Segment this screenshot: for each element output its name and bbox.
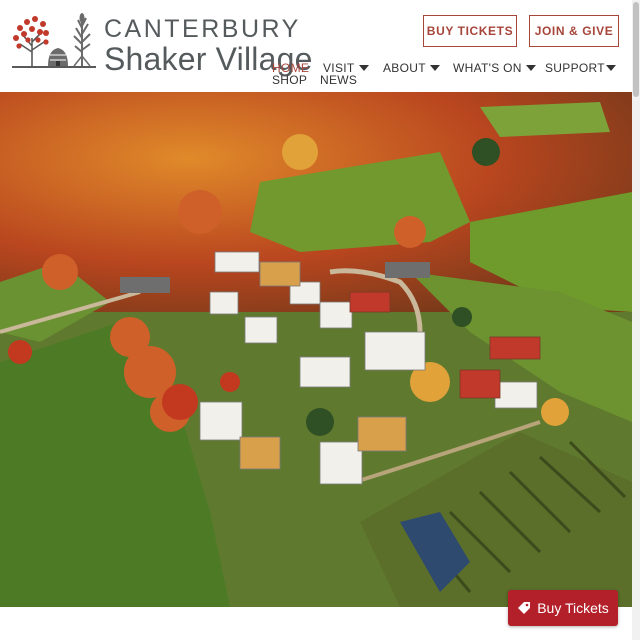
chevron-down-icon xyxy=(605,65,616,71)
page-scrollbar[interactable] xyxy=(632,0,640,640)
chevron-down-icon xyxy=(525,65,536,71)
brand-line-1: CANTERBURY xyxy=(104,15,301,43)
nav-about[interactable]: ABOUT xyxy=(383,62,440,75)
hero-aerial-photo xyxy=(0,92,632,607)
shaker-village-logo[interactable] xyxy=(10,8,98,74)
nav-whats-on-label: WHAT'S ON xyxy=(453,61,522,75)
nav-support[interactable]: SUPPORT xyxy=(545,62,616,75)
aerial-village-image xyxy=(0,92,632,607)
chevron-down-icon xyxy=(358,65,369,71)
buy-tickets-button[interactable]: BUY TICKETS xyxy=(423,15,517,47)
nav-shop[interactable]: SHOP xyxy=(272,74,307,87)
chevron-down-icon xyxy=(429,65,440,71)
floating-buy-tickets-button[interactable]: Buy Tickets xyxy=(508,590,618,626)
site-header: CANTERBURY Shaker Village BUY TICKETS JO… xyxy=(0,0,640,92)
floating-buy-tickets-label: Buy Tickets xyxy=(537,600,609,616)
nav-news[interactable]: NEWS xyxy=(320,74,357,87)
scrollbar-thumb[interactable] xyxy=(633,2,639,97)
nav-whats-on[interactable]: WHAT'S ON xyxy=(453,62,536,75)
nav-about-label: ABOUT xyxy=(383,61,426,75)
join-give-button[interactable]: JOIN & GIVE xyxy=(529,15,619,47)
ticket-tag-icon xyxy=(517,601,531,615)
nav-support-label: SUPPORT xyxy=(545,61,605,75)
